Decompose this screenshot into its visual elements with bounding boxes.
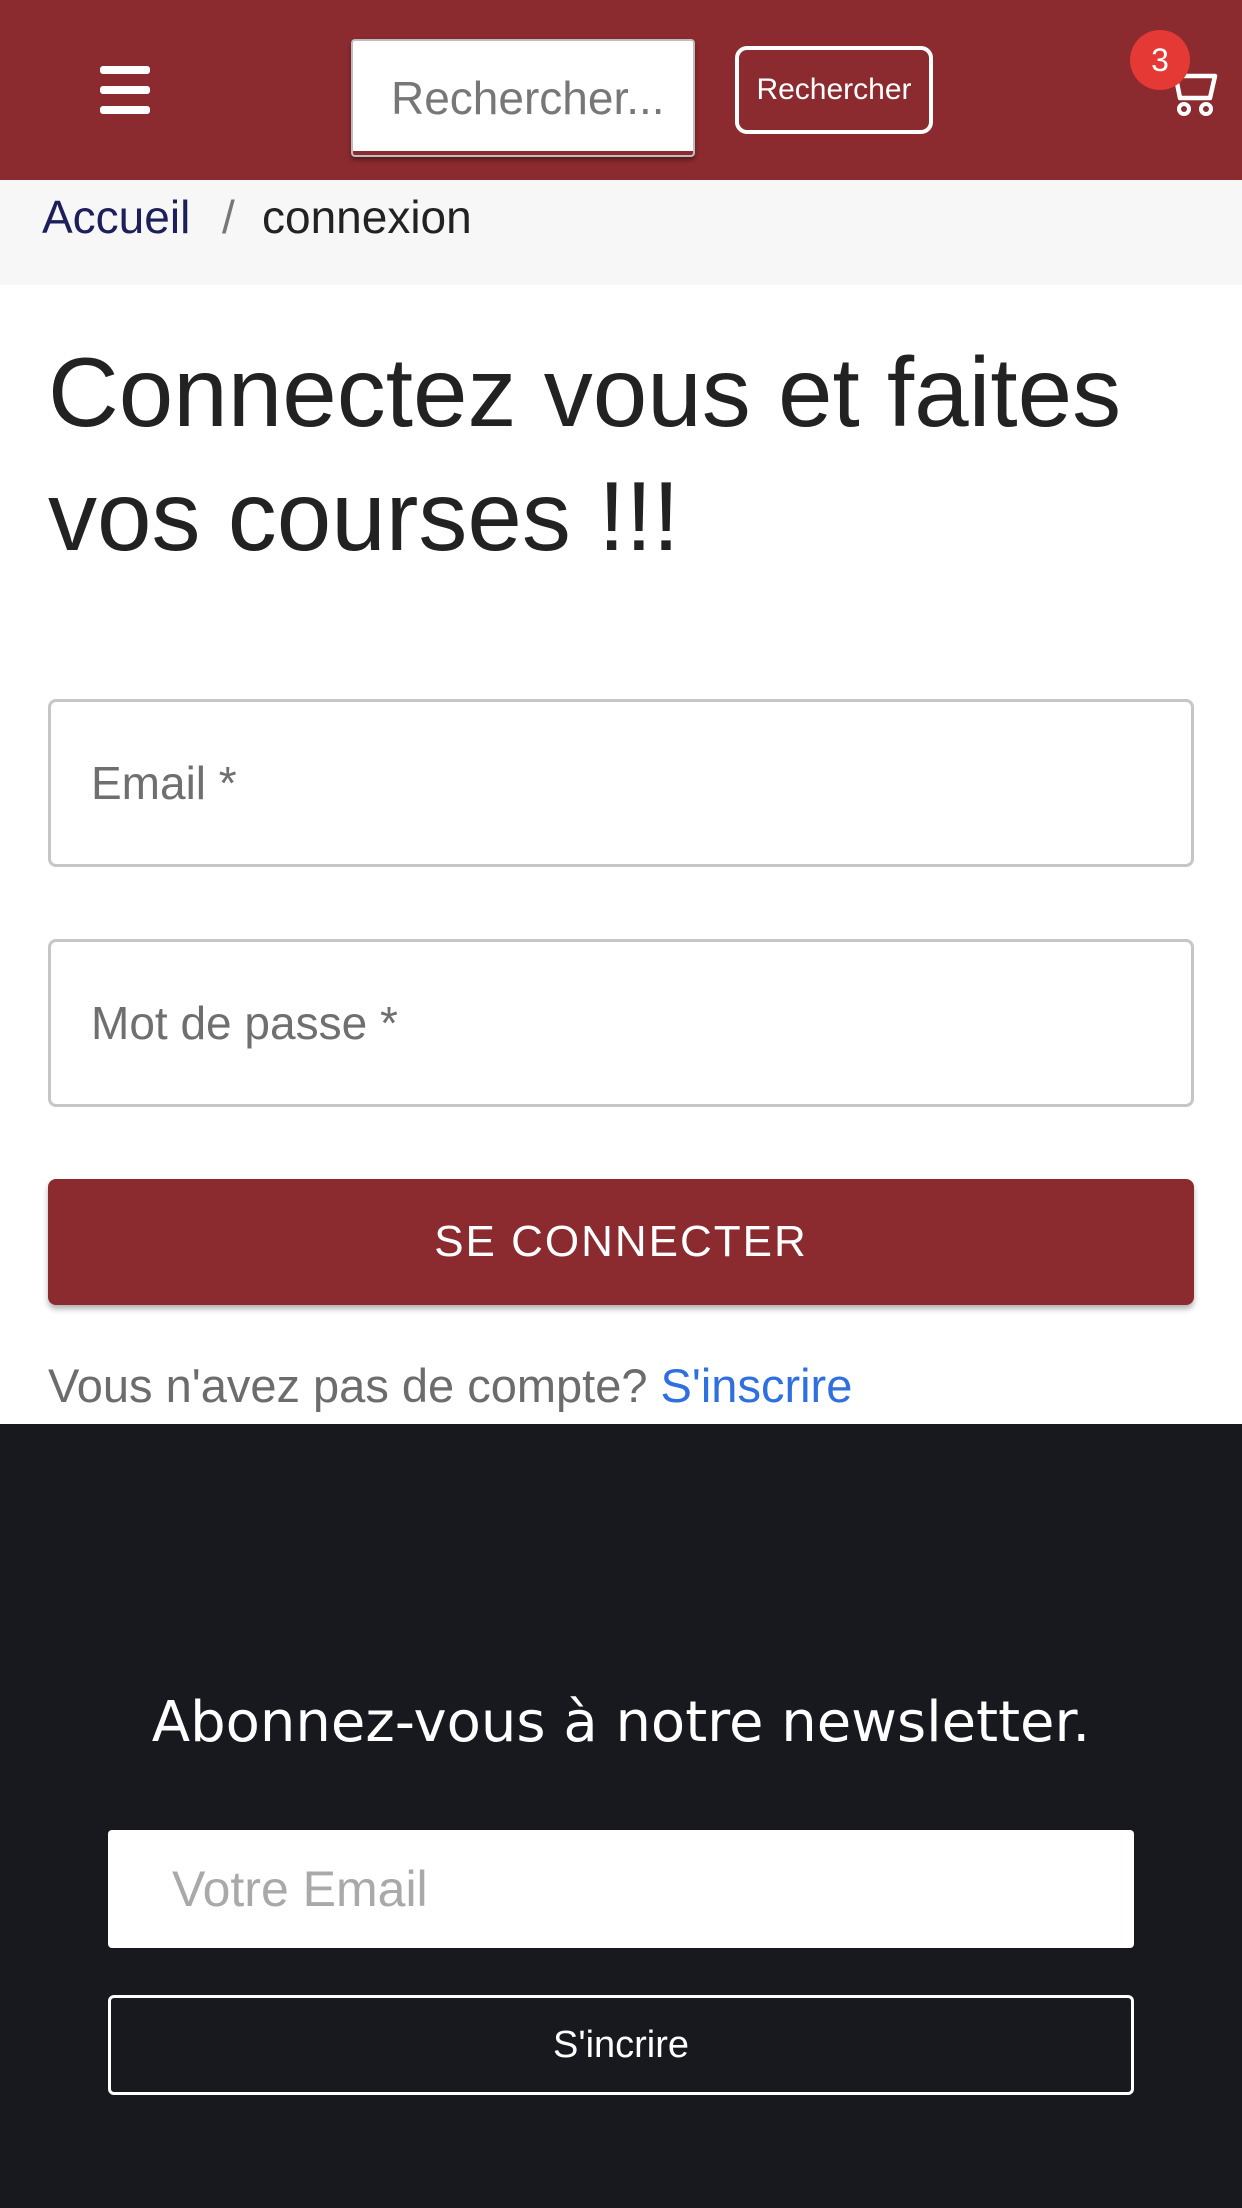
password-field-wrapper <box>48 939 1194 1107</box>
search-input[interactable] <box>351 39 695 157</box>
signup-link[interactable]: S'inscrire <box>661 1359 853 1412</box>
page-title: Connectez vous et faites vos courses !!! <box>48 337 1122 571</box>
email-field-wrapper <box>48 699 1194 867</box>
breadcrumb-current: connexion <box>262 191 472 243</box>
signup-prompt-text: Vous n'avez pas de compte? <box>48 1359 648 1412</box>
newsletter-subscribe-button[interactable]: S'incrire <box>108 1995 1134 2095</box>
menu-bar <box>100 66 150 74</box>
search-button[interactable]: Rechercher <box>735 46 933 134</box>
password-field[interactable] <box>51 942 1191 1104</box>
footer: Abonnez-vous à notre newsletter. S'incri… <box>0 1424 1242 2208</box>
menu-bar <box>100 106 150 114</box>
hamburger-menu-icon[interactable] <box>92 62 158 118</box>
newsletter-title: Abonnez-vous à notre newsletter. <box>151 1690 1091 1755</box>
email-field[interactable] <box>51 702 1191 864</box>
breadcrumb-home-link[interactable]: Accueil <box>42 190 190 244</box>
menu-bar <box>100 86 150 94</box>
signup-prompt-line: Vous n'avez pas de compte? S'inscrire <box>48 1358 852 1413</box>
breadcrumb: Accueil / connexion <box>0 180 1242 285</box>
breadcrumb-separator: / <box>222 191 235 243</box>
newsletter-email-input[interactable] <box>108 1830 1134 1948</box>
top-header: Rechercher 3 <box>0 0 1242 180</box>
cart-count-badge: 3 <box>1130 30 1190 90</box>
login-button[interactable]: SE CONNECTER <box>48 1179 1194 1305</box>
